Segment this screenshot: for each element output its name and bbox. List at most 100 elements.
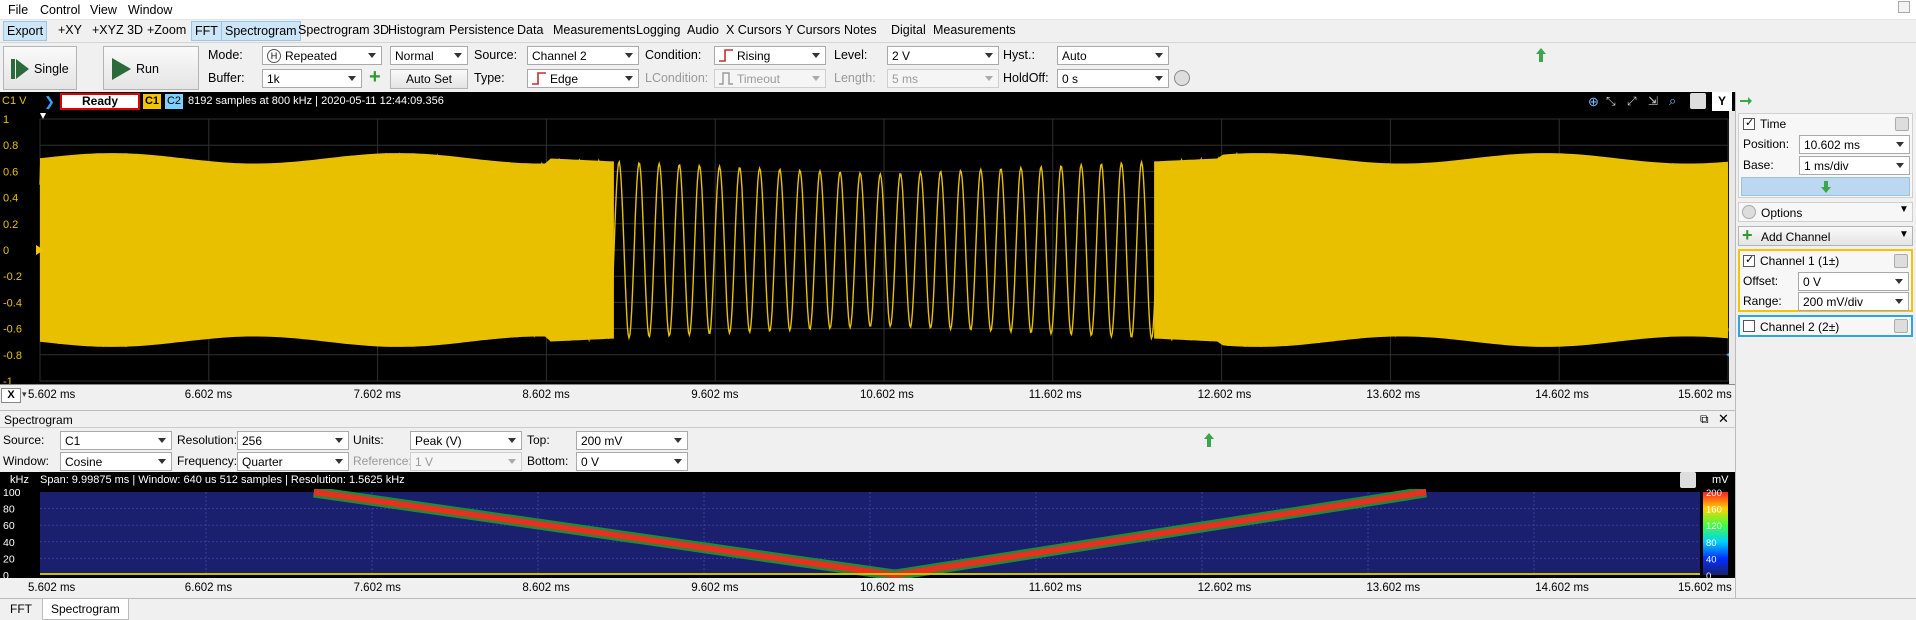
x-tick-label: 9.602 ms (691, 582, 739, 594)
spectrogram-title: Spectrogram (4, 413, 73, 427)
menu-window[interactable]: Window (128, 3, 172, 17)
spectrogram-tab[interactable]: Spectrogram (221, 21, 301, 41)
channel2-checkbox[interactable] (1743, 320, 1755, 332)
spec-units-label: Units: (353, 433, 384, 447)
run-button[interactable]: Run (103, 46, 199, 90)
spec-arrow-up-icon[interactable] (1203, 432, 1215, 448)
tab-spectrogram[interactable]: Spectrogram (42, 599, 129, 620)
zoom-in-icon[interactable]: ⊕ (1588, 94, 1599, 110)
auto-set-button[interactable]: Auto Set (390, 69, 468, 89)
spec-units-select[interactable]: Peak (V) (410, 431, 522, 450)
spec-bottom-select[interactable]: 0 V (576, 452, 688, 471)
add-buffer-icon[interactable]: + (369, 67, 385, 87)
channel2-badge[interactable]: C2 (165, 94, 183, 109)
window-restore-icon[interactable] (1898, 1, 1910, 13)
channel2-settings-icon[interactable] (1894, 319, 1908, 333)
channel1-badge[interactable]: C1 (143, 94, 161, 109)
length-select[interactable]: 5 ms (887, 69, 999, 88)
zoom-fit-icon[interactable]: ⤡ (1606, 94, 1616, 109)
trigger-position-marker[interactable] (40, 113, 46, 119)
buffer-input[interactable]: 1k (262, 69, 362, 88)
spec-y-tick-label: 40 (3, 537, 15, 549)
menu-file[interactable]: File (8, 3, 28, 17)
channel1-checkbox[interactable] (1743, 253, 1755, 267)
channel1-settings-icon[interactable] (1894, 254, 1908, 268)
menu-control[interactable]: Control (40, 3, 80, 17)
y-cursors-button[interactable]: Y Cursors (785, 23, 840, 37)
measurements-button[interactable]: Measurements (553, 23, 636, 37)
spec-window-select[interactable]: Cosine (60, 452, 172, 471)
apply-down-button[interactable] (1741, 177, 1910, 196)
audio-button[interactable]: Audio (687, 23, 719, 37)
close-icon[interactable]: ✕ (1718, 411, 1729, 427)
acquisition-control-bar: Single Run Mode: H Repeated Buffer: 1k +… (0, 42, 1916, 92)
mode-select[interactable]: H Repeated (262, 46, 382, 65)
fft-tab[interactable]: FFT (191, 21, 222, 41)
zoom-out-icon[interactable]: ⤢ (1627, 94, 1637, 109)
scope-plot-area[interactable]: 1 0.8 0.6 0.4 0.2 0 -0.2 -0.4 -0.6 -0.8 -1 (0, 111, 1735, 384)
level-select[interactable]: 2 V (887, 46, 999, 65)
xy-button[interactable]: +XY (58, 23, 82, 37)
options-group[interactable]: Options ▼ (1738, 202, 1913, 222)
condition-select[interactable]: Rising (714, 46, 826, 65)
spec-source-value: C1 (65, 434, 81, 448)
xyz3d-button[interactable]: +XYZ 3D (92, 23, 143, 37)
x-axis-button[interactable]: X (1, 388, 21, 403)
undock-icon[interactable]: ⧉ (1700, 412, 1709, 427)
spectrogram-plot-area[interactable]: 100 80 60 40 20 0 200 160 120 80 40 0 (0, 489, 1735, 578)
tab-fft[interactable]: FFT (2, 600, 40, 618)
trigger-settings-icon[interactable] (1174, 70, 1190, 86)
add-channel-button[interactable]: + Add Channel ▼ (1738, 225, 1913, 246)
menu-view[interactable]: View (90, 3, 117, 17)
magnifier-icon[interactable]: ⌕ (1669, 93, 1676, 109)
hyst-label: Hyst.: (1003, 48, 1035, 62)
digital-button[interactable]: Digital (891, 23, 926, 37)
spectrogram3d-button[interactable]: Spectrogram 3D (298, 23, 389, 37)
pan-icon[interactable]: ⇲ (1648, 94, 1658, 108)
level-value: 2 V (892, 49, 911, 63)
trigger-type-select[interactable]: Edge (527, 69, 639, 88)
scope-settings-icon[interactable] (1690, 93, 1706, 109)
single-button[interactable]: Single (3, 46, 77, 90)
lcondition-select[interactable]: Timeout (714, 69, 826, 88)
spec-resolution-value: 256 (242, 434, 263, 448)
time-checkbox[interactable] (1743, 116, 1755, 130)
normal-select[interactable]: Normal (390, 46, 468, 65)
range-select[interactable]: 200 mV/div (1798, 292, 1909, 311)
hyst-select[interactable]: Auto (1057, 46, 1169, 65)
persistence-button[interactable]: Persistence (449, 23, 514, 37)
notes-button[interactable]: Notes (844, 23, 877, 37)
histogram-button[interactable]: Histogram (388, 23, 445, 37)
spec-resolution-select[interactable]: 256 (237, 431, 349, 450)
spec-source-select[interactable]: C1 (60, 431, 172, 450)
time-label: Time (1760, 117, 1787, 131)
spec-frequency-value: Quarter (242, 455, 283, 469)
scope-plot-svg[interactable]: 1 0.8 0.6 0.4 0.2 0 -0.2 -0.4 -0.6 -0.8 -1 (0, 111, 1735, 384)
spec-top-select[interactable]: 200 mV (576, 431, 688, 450)
data-button[interactable]: Data (517, 23, 543, 37)
offset-select[interactable]: 0 V (1798, 272, 1909, 291)
logging-button[interactable]: Logging (636, 23, 681, 37)
base-select[interactable]: 1 ms/div (1799, 156, 1910, 175)
collapse-arrow-icon[interactable] (1739, 96, 1753, 106)
zoom-button[interactable]: +Zoom (147, 23, 186, 37)
measurements2-button[interactable]: Measurements (933, 23, 1016, 37)
y-tick-label: -0.8 (3, 350, 22, 362)
spec-frequency-select[interactable]: Quarter (237, 452, 349, 471)
spec-window-label: Window: (3, 454, 50, 468)
play-arrow-icon[interactable]: ❯ (44, 94, 55, 110)
x-tick-label: 8.602 ms (522, 582, 570, 594)
y-axis-button[interactable]: Y (1712, 92, 1732, 111)
spec-settings-icon[interactable] (1680, 472, 1696, 488)
holdoff-select[interactable]: 0 s (1057, 69, 1169, 88)
spec-reference-select[interactable]: 1 V (410, 452, 522, 471)
trigger-source-select[interactable]: Channel 2 (527, 46, 639, 65)
position-select[interactable]: 10.602 ms (1799, 135, 1910, 154)
x-cursors-button[interactable]: X Cursors (726, 23, 782, 37)
x-axis-arrow-icon[interactable]: ▾ (22, 389, 27, 400)
spectrogram-svg[interactable]: 10080604020020016012080400 (0, 489, 1735, 578)
export-button[interactable]: Export (3, 21, 48, 41)
time-settings-icon[interactable] (1895, 117, 1909, 131)
spec-scale-tick-label: 200 (1706, 489, 1722, 499)
arrow-up-icon[interactable] (1535, 47, 1547, 63)
